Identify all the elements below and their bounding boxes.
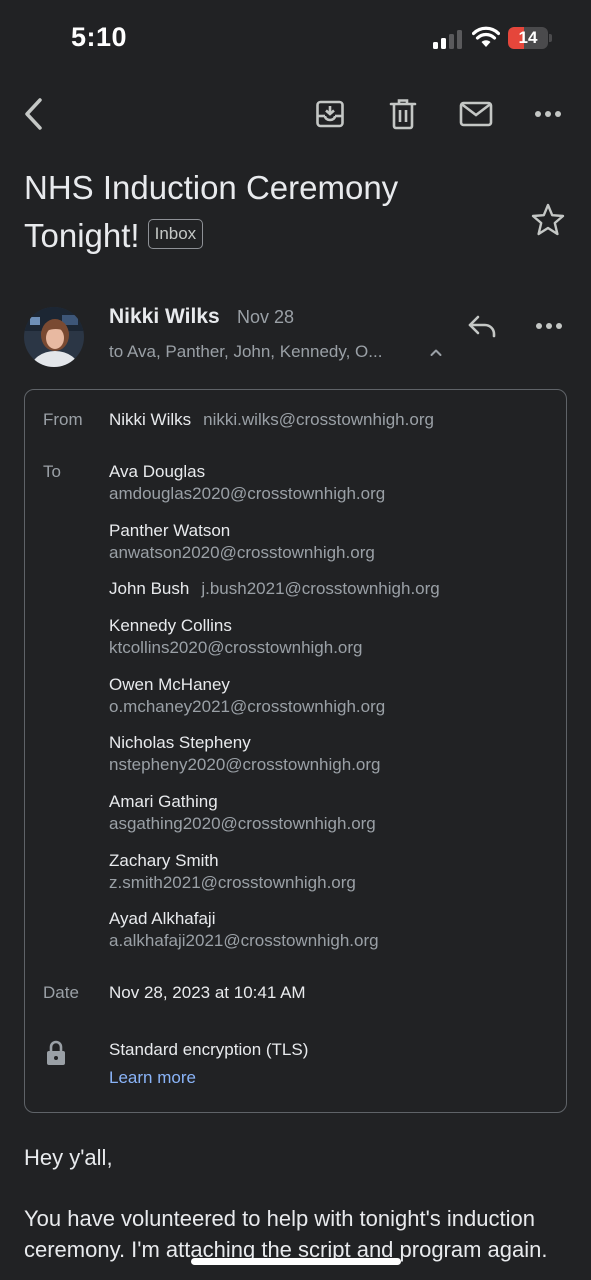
battery-icon: 14 bbox=[508, 27, 552, 49]
recipient-name: Zachary Smith bbox=[109, 851, 219, 870]
recipient-email[interactable]: a.alkhafaji2021@crosstownhigh.org bbox=[109, 931, 379, 951]
encryption-status: Standard encryption (TLS) bbox=[109, 1040, 309, 1059]
email-greeting: Hey y'all, bbox=[24, 1145, 113, 1170]
back-button[interactable] bbox=[8, 88, 60, 140]
from-label: From bbox=[43, 410, 83, 429]
mark-unread-button[interactable] bbox=[450, 88, 502, 140]
recipient-email[interactable]: ktcollins2020@crosstownhigh.org bbox=[109, 638, 363, 658]
reply-button[interactable] bbox=[460, 306, 504, 346]
mail-icon bbox=[459, 101, 493, 127]
recipient-name: Nicholas Stepheny bbox=[109, 733, 251, 752]
message-more-button[interactable] bbox=[527, 306, 571, 346]
status-bar: 5:10 14 bbox=[0, 0, 591, 80]
star-icon[interactable] bbox=[530, 202, 566, 238]
recipient-name: Amari Gathing bbox=[109, 792, 218, 811]
lock-icon bbox=[47, 1040, 65, 1065]
chevron-up-icon[interactable] bbox=[428, 345, 444, 359]
email-subject: NHS Induction Ceremony Tonight! Inbox bbox=[24, 164, 514, 260]
recipient-email[interactable]: o.mchaney2021@crosstownhigh.org bbox=[109, 697, 385, 717]
delete-button[interactable] bbox=[377, 88, 429, 140]
more-horizontal-icon bbox=[536, 323, 562, 329]
date-value: Nov 28, 2023 at 10:41 AM bbox=[109, 983, 306, 1002]
recipient-email[interactable]: z.smith2021@crosstownhigh.org bbox=[109, 873, 356, 893]
sender-name: Nikki Wilks bbox=[109, 305, 220, 328]
more-horizontal-icon bbox=[535, 111, 561, 117]
trash-icon bbox=[389, 99, 417, 130]
to-label: To bbox=[43, 462, 61, 481]
recipient-email[interactable]: nstepheny2020@crosstownhigh.org bbox=[109, 755, 381, 775]
home-indicator[interactable] bbox=[191, 1258, 401, 1265]
date-label: Date bbox=[43, 983, 79, 1002]
battery-level: 14 bbox=[518, 28, 538, 47]
sender-date: Nov 28 bbox=[237, 307, 295, 327]
from-sender: Nikki Wilks nikki.wilks@crosstownhigh.org bbox=[109, 410, 434, 430]
recipient-name: Panther Watson bbox=[109, 521, 231, 540]
recipients-summary[interactable]: to Ava, Panther, John, Kennedy, O... bbox=[109, 342, 382, 362]
recipient-email[interactable]: j.bush2021@crosstownhigh.org bbox=[201, 579, 439, 598]
recipient-name: Owen McHaney bbox=[109, 675, 230, 694]
cellular-signal-icon bbox=[433, 30, 462, 49]
inbox-label-badge[interactable]: Inbox bbox=[147, 219, 204, 250]
archive-icon bbox=[316, 100, 344, 128]
from-email[interactable]: nikki.wilks@crosstownhigh.org bbox=[203, 410, 434, 429]
chevron-left-icon bbox=[25, 98, 42, 130]
from-name: Nikki Wilks bbox=[109, 410, 192, 429]
status-time: 5:10 bbox=[71, 22, 128, 52]
recipient-name: John Bush bbox=[109, 579, 190, 598]
email-body-paragraph: You have volunteered to help with tonigh… bbox=[24, 1206, 548, 1262]
email-details-panel: From Nikki Wilks nikki.wilks@crosstownhig… bbox=[24, 389, 567, 1113]
learn-more-link[interactable]: Learn more bbox=[109, 1068, 196, 1088]
email-toolbar bbox=[0, 88, 591, 140]
recipient-email[interactable]: amdouglas2020@crosstownhigh.org bbox=[109, 484, 385, 504]
recipient-email[interactable]: asgathing2020@crosstownhigh.org bbox=[109, 814, 376, 834]
recipient-email[interactable]: anwatson2020@crosstownhigh.org bbox=[109, 543, 375, 563]
subject-text: NHS Induction Ceremony Tonight! bbox=[24, 169, 399, 254]
wifi-icon bbox=[472, 26, 500, 47]
more-options-button[interactable] bbox=[522, 88, 574, 140]
recipient-inline: John Bush j.bush2021@crosstownhigh.org bbox=[109, 579, 440, 599]
archive-button[interactable] bbox=[304, 88, 356, 140]
recipient-name: Kennedy Collins bbox=[109, 616, 232, 635]
sender-avatar[interactable] bbox=[24, 307, 84, 367]
recipient-name: Ayad Alkhafaji bbox=[109, 909, 216, 928]
recipient-name: Ava Douglas bbox=[109, 462, 206, 481]
reply-icon bbox=[468, 315, 496, 338]
